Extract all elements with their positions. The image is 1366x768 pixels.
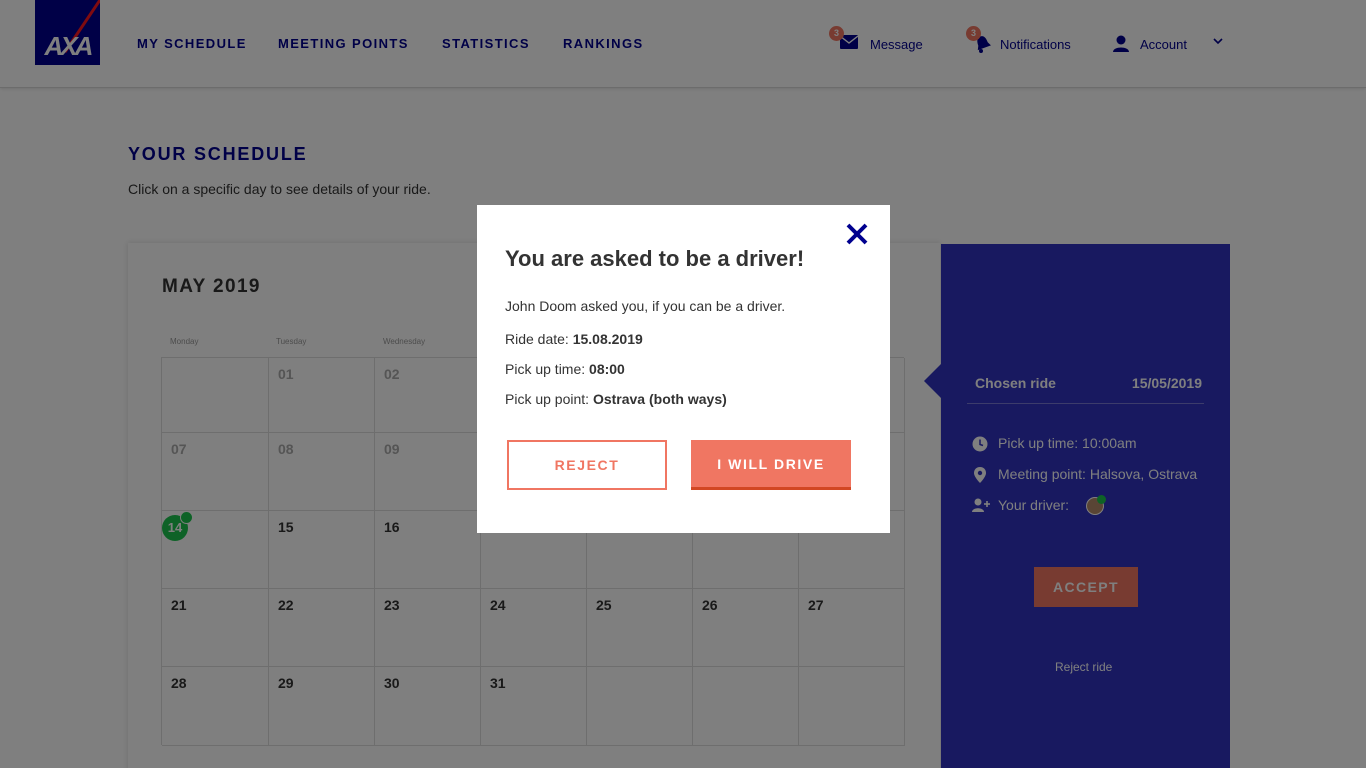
modal-message: John Doom asked you, if you can be a dri… xyxy=(505,298,786,314)
reject-button[interactable]: REJECT xyxy=(507,440,667,490)
pickup-point-row: Pick up point: Ostrava (both ways) xyxy=(505,391,727,407)
pickup-time-modal-row: Pick up time: 08:00 xyxy=(505,361,625,377)
pickup-point-label: Pick up point: xyxy=(505,391,590,407)
modal-title: You are asked to be a driver! xyxy=(505,246,805,271)
pickup-point-value: Ostrava (both ways) xyxy=(592,391,727,407)
pickup-time-label: Pick up time: xyxy=(505,361,586,377)
ride-date-row: Ride date: 15.08.2019 xyxy=(505,331,643,347)
ride-date-label: Ride date: xyxy=(505,331,569,347)
pickup-time-value: 08:00 xyxy=(589,361,625,377)
i-will-drive-button[interactable]: I WILL DRIVE xyxy=(691,440,851,490)
close-icon[interactable] xyxy=(845,222,869,246)
ride-date-value: 15.08.2019 xyxy=(572,331,643,347)
